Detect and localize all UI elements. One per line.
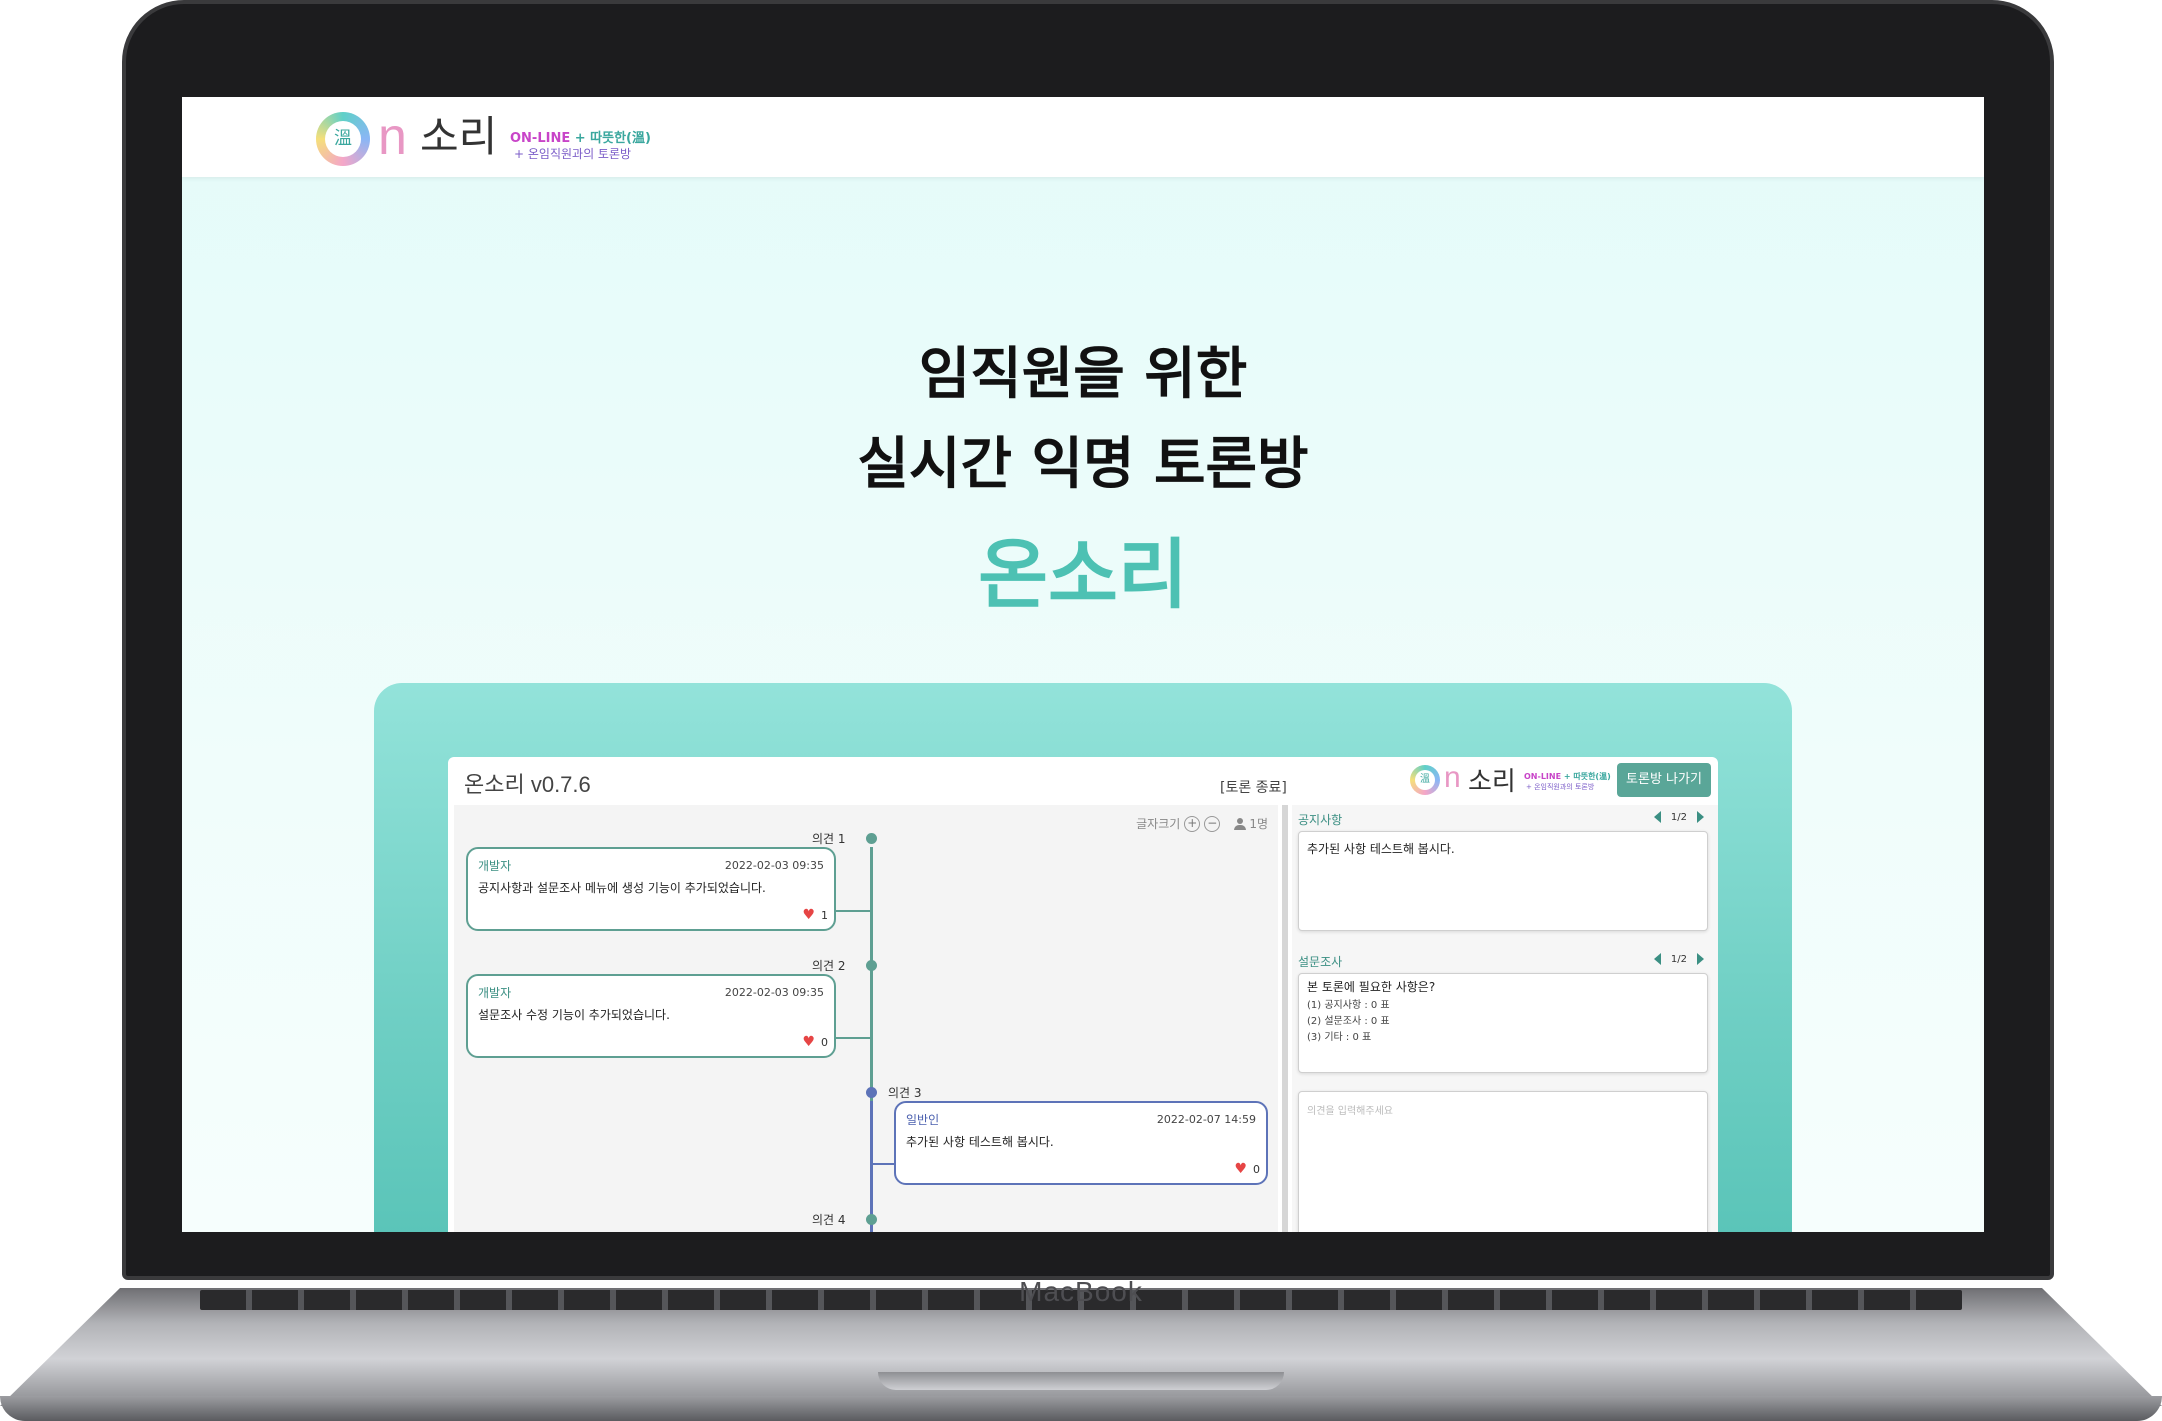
- laptop-base-bottom: [0, 1396, 2162, 1421]
- opinion-likes[interactable]: ♥ 0: [802, 1034, 828, 1050]
- opinion-author: 개발자: [478, 986, 512, 1000]
- side-panel: 공지사항 1/2 추가된 사항 테스트해 봅시다. 설문조사 1/2 본 토론에…: [1292, 805, 1718, 1232]
- app-logo-tagline-2: + 온임직원과의 토론방: [1526, 783, 1595, 791]
- opinion-input[interactable]: 의견을 입력해주세요: [1298, 1091, 1708, 1232]
- logo-hanja[interactable]: 溫: [316, 112, 370, 166]
- opinion-card-2[interactable]: 개발자 2022-02-03 09:35 설문조사 수정 기능이 추가되었습니다…: [466, 974, 836, 1058]
- app-logo-tagline: ON-LINE + 따뜻한(溫): [1524, 771, 1611, 782]
- opinion-author: 개발자: [478, 859, 512, 873]
- timeline-branch-1: [832, 910, 872, 912]
- opinion-timeline-pane[interactable]: 글자크기 + − 1명 의견 1 개발자 2022-02-03 09:35 공지…: [454, 805, 1278, 1232]
- opinion-label-2: 의견 2: [812, 959, 846, 973]
- survey-pager: 1/2: [1653, 953, 1704, 965]
- like-count: 0: [1253, 1162, 1260, 1176]
- opinion-label-4: 의견 4: [812, 1213, 846, 1227]
- app-preview-frame: 온소리 v0.7.6 [토론 종료] 溫 n 소리 ON-LINE + 따뜻한(…: [374, 683, 1792, 1232]
- app-logo-tag-plus: +: [1561, 772, 1574, 781]
- opinion-label-3: 의견 3: [888, 1086, 922, 1100]
- timeline-dot-2: [866, 960, 877, 971]
- next-arrow-icon[interactable]: [1697, 811, 1704, 823]
- exit-room-button[interactable]: 토론방 나가기: [1617, 763, 1711, 797]
- heart-icon[interactable]: ♥: [802, 907, 815, 923]
- survey-option[interactable]: (1) 공지사항 : 0 표: [1307, 996, 1390, 1011]
- opinion-likes[interactable]: ♥ 1: [802, 907, 828, 923]
- hero-brand: 온소리: [978, 530, 1188, 619]
- logo-n[interactable]: n: [378, 111, 407, 163]
- survey-question: 본 토론에 필요한 사항은?: [1307, 980, 1436, 994]
- opinion-label-1: 의견 1: [812, 832, 846, 846]
- user-count: 1명: [1234, 815, 1268, 832]
- logo-tagline-2: + 온임직원과의 토론방: [514, 147, 632, 161]
- opinion-likes[interactable]: ♥ 0: [1234, 1161, 1260, 1177]
- app-title: 온소리 v0.7.6: [464, 772, 591, 797]
- hero-line-1: 임직원을 위한: [918, 342, 1248, 407]
- opinion-body: 공지사항과 설문조사 메뉴에 생성 기능이 추가되었습니다.: [478, 881, 766, 895]
- app-logo-n: n: [1444, 761, 1461, 794]
- user-count-value: 1명: [1249, 817, 1268, 831]
- opinion-author: 일반인: [906, 1113, 940, 1127]
- next-arrow-icon[interactable]: [1697, 953, 1704, 965]
- logo-tag-plus: +: [570, 131, 591, 146]
- prev-arrow-icon[interactable]: [1653, 953, 1661, 965]
- site-header: 溫 n 소리 ON-LINE + 따뜻한(溫) + 온임직원과의 토론방: [182, 97, 1984, 177]
- view-tools: 글자크기 + − 1명: [1136, 815, 1268, 832]
- survey-option[interactable]: (3) 기타 : 0 표: [1307, 1028, 1371, 1043]
- opinion-time: 2022-02-03 09:35: [724, 859, 824, 872]
- opinion-time: 2022-02-07 14:59: [1156, 1113, 1256, 1126]
- app-logo-hanja: 溫: [1420, 774, 1430, 785]
- logo-tagline: ON-LINE + 따뜻한(溫): [510, 127, 651, 146]
- notice-page: 1/2: [1670, 811, 1687, 823]
- laptop-notch: [878, 1372, 1284, 1390]
- discussion-status: [토론 종료]: [1220, 780, 1287, 796]
- screen: 溫 n 소리 ON-LINE + 따뜻한(溫) + 온임직원과의 토론방 임직원…: [182, 97, 1984, 1232]
- opinion-card-3[interactable]: 일반인 2022-02-07 14:59 추가된 사항 테스트해 봅시다. ♥ …: [894, 1101, 1268, 1185]
- timeline-branch-2: [832, 1037, 872, 1039]
- opinion-time: 2022-02-03 09:35: [724, 986, 824, 999]
- timeline-dot-4: [866, 1214, 877, 1225]
- notice-pager: 1/2: [1653, 811, 1704, 823]
- timeline-line-blue: [870, 1101, 873, 1232]
- prev-arrow-icon[interactable]: [1653, 811, 1661, 823]
- logo-tag-warm: 따뜻한(溫): [590, 131, 651, 146]
- font-increase-icon[interactable]: +: [1184, 815, 1201, 832]
- like-count: 1: [821, 908, 828, 922]
- heart-icon[interactable]: ♥: [1234, 1161, 1247, 1177]
- hero-line-2: 실시간 익명 토론방: [857, 432, 1309, 497]
- opinion-body: 설문조사 수정 기능이 추가되었습니다.: [478, 1008, 670, 1022]
- font-decrease-icon[interactable]: −: [1204, 815, 1221, 832]
- opinion-body: 추가된 사항 테스트해 봅시다.: [906, 1135, 1054, 1149]
- survey-option[interactable]: (2) 설문조사 : 0 표: [1307, 1012, 1390, 1027]
- timeline-dot-1: [866, 833, 877, 844]
- survey-title: 설문조사: [1298, 955, 1343, 969]
- opinion-card-1[interactable]: 개발자 2022-02-03 09:35 공지사항과 설문조사 메뉴에 생성 기…: [466, 847, 836, 931]
- app-window: 온소리 v0.7.6 [토론 종료] 溫 n 소리 ON-LINE + 따뜻한(…: [448, 757, 1718, 1232]
- like-count: 0: [821, 1035, 828, 1049]
- app-logo-text: 소리: [1468, 767, 1516, 797]
- app-logo-tag-warm: 따뜻한(溫): [1573, 772, 1611, 781]
- logo-text[interactable]: 소리: [420, 111, 497, 163]
- notice-box: 추가된 사항 테스트해 봅시다.: [1298, 831, 1708, 931]
- timeline-scrollbar[interactable]: [1282, 805, 1288, 1232]
- timeline-dot-3: [866, 1087, 877, 1098]
- logo-tag-online: ON-LINE: [510, 131, 571, 146]
- notice-text: 추가된 사항 테스트해 봅시다.: [1307, 842, 1455, 856]
- timeline-branch-3: [872, 1163, 896, 1165]
- opinion-input-placeholder: 의견을 입력해주세요: [1307, 1106, 1393, 1117]
- survey-page: 1/2: [1670, 953, 1687, 965]
- user-icon: [1234, 817, 1247, 830]
- notice-title: 공지사항: [1298, 813, 1343, 827]
- font-size-label: 글자크기: [1136, 817, 1181, 831]
- app-logo-tag-online: ON-LINE: [1524, 772, 1562, 781]
- survey-box[interactable]: 본 토론에 필요한 사항은? (1) 공지사항 : 0 표 (2) 설문조사 :…: [1298, 973, 1708, 1073]
- heart-icon[interactable]: ♥: [802, 1034, 815, 1050]
- device-brand-label: MacBook: [1019, 1276, 1143, 1307]
